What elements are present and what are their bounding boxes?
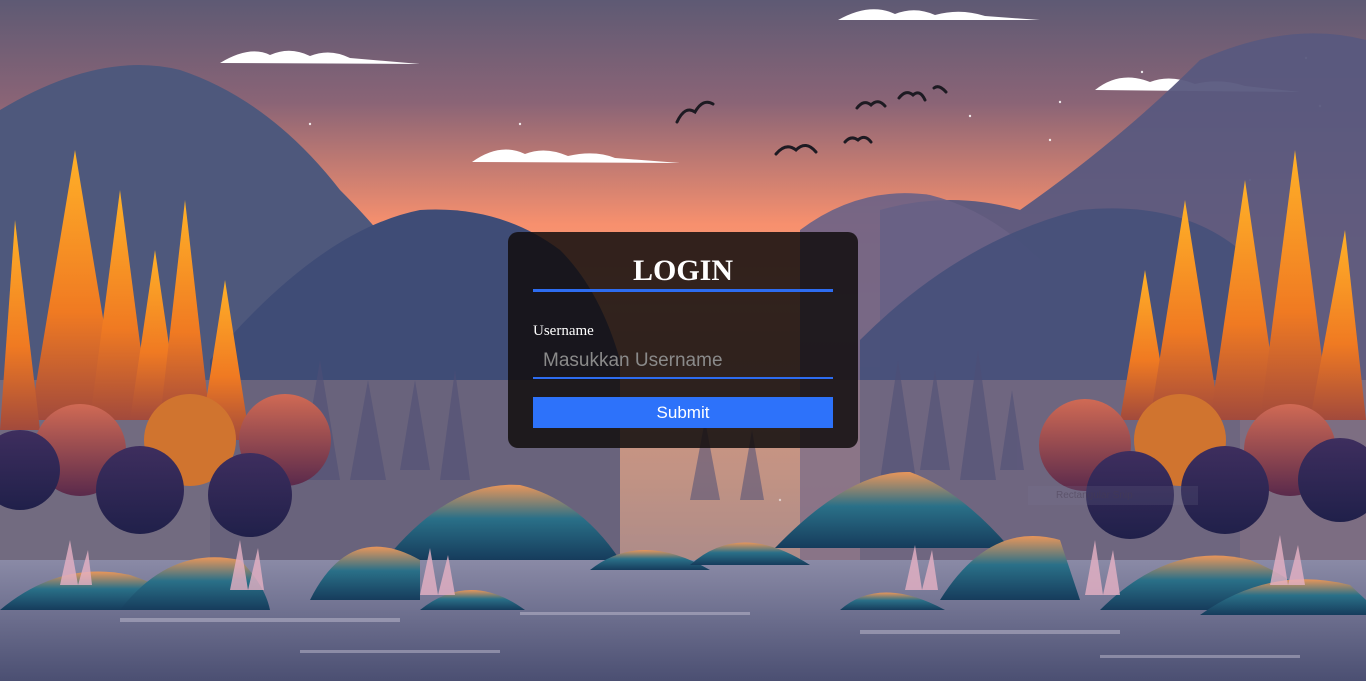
login-title: LOGIN xyxy=(632,254,734,287)
username-label: Username xyxy=(533,323,594,339)
login-card: LOGIN Username Submit xyxy=(508,232,858,448)
title-divider xyxy=(533,289,833,292)
rectangular-snip-overlay: Rectangular Snip xyxy=(1028,486,1198,505)
submit-button[interactable]: Submit xyxy=(533,397,833,428)
username-input[interactable] xyxy=(533,345,833,379)
